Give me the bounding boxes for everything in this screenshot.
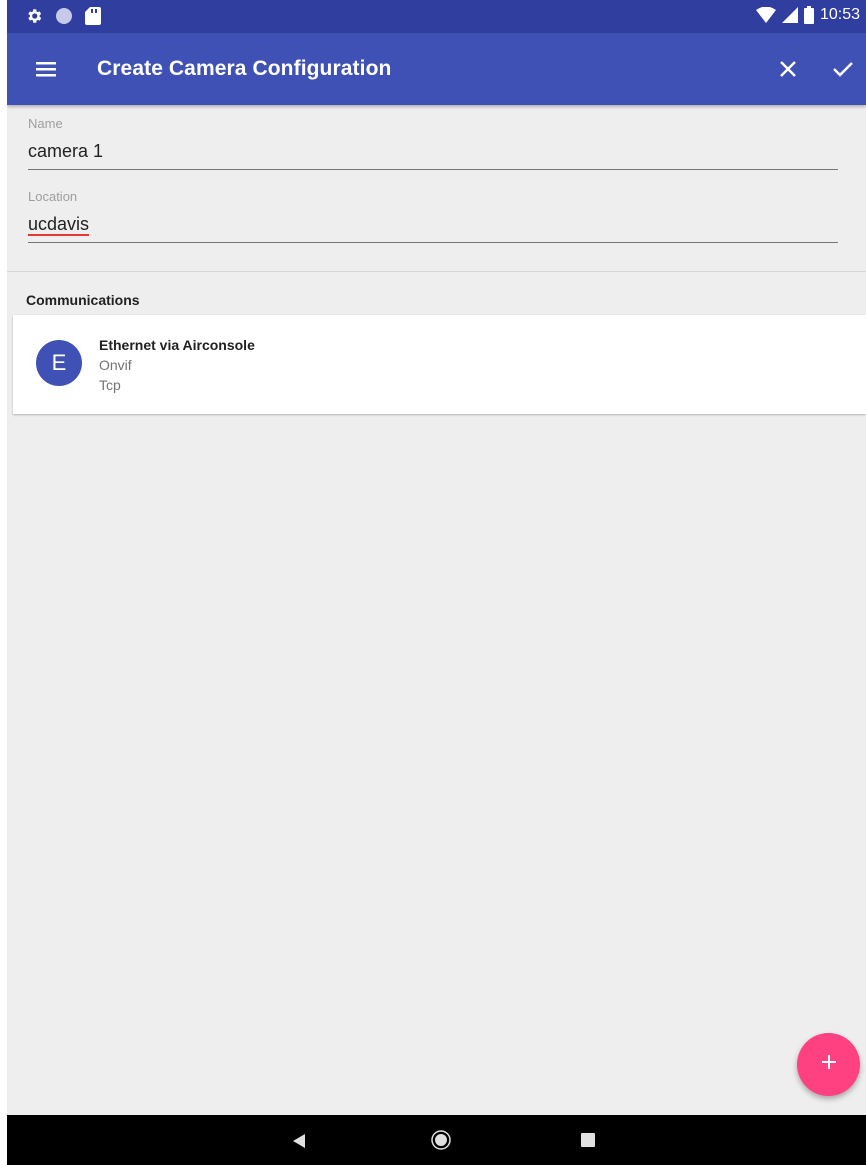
battery-icon: [803, 6, 814, 24]
close-icon[interactable]: [774, 55, 802, 83]
location-field: Location ucdavis: [28, 189, 838, 243]
wifi-icon: [755, 7, 776, 23]
check-icon[interactable]: [829, 55, 857, 83]
menu-icon[interactable]: [34, 57, 60, 81]
status-right-icons: 10:53: [755, 6, 860, 24]
plus-icon: [818, 1051, 840, 1078]
recents-icon[interactable]: [581, 1133, 595, 1147]
settings-icon: [25, 7, 43, 25]
location-label: Location: [28, 189, 78, 204]
signal-icon: [781, 7, 798, 23]
communication-transport: Tcp: [99, 377, 121, 393]
back-icon[interactable]: [289, 1131, 309, 1151]
list-item[interactable]: E Ethernet via Airconsole Onvif Tcp: [13, 315, 866, 414]
status-time: 10:53: [819, 6, 860, 23]
name-underline: [28, 169, 838, 170]
status-bar: 10:53: [7, 0, 866, 33]
location-value-text: ucdavis: [28, 214, 90, 234]
section-divider: [7, 271, 866, 272]
sd-card-icon: [85, 7, 101, 25]
communication-protocol: Onvif: [99, 357, 132, 373]
name-field: Name camera 1: [28, 116, 838, 170]
app-bar: Create Camera Configuration: [7, 33, 866, 105]
avatar: E: [36, 340, 82, 386]
name-label: Name: [28, 116, 63, 131]
status-left-icons: [25, 7, 101, 25]
location-input[interactable]: ucdavis: [28, 214, 838, 240]
circle-icon: [55, 7, 73, 25]
communication-title: Ethernet via Airconsole: [99, 337, 255, 353]
page-title: Create Camera Configuration: [97, 57, 392, 80]
name-input[interactable]: camera 1: [28, 141, 838, 167]
home-icon[interactable]: [431, 1130, 451, 1150]
navigation-bar: [7, 1115, 866, 1165]
location-underline: [28, 242, 838, 243]
add-communication-button[interactable]: [797, 1033, 860, 1096]
communications-header: Communications: [26, 292, 140, 308]
app-screen: 10:53 Create Camera Configuration Name c…: [7, 0, 866, 1165]
